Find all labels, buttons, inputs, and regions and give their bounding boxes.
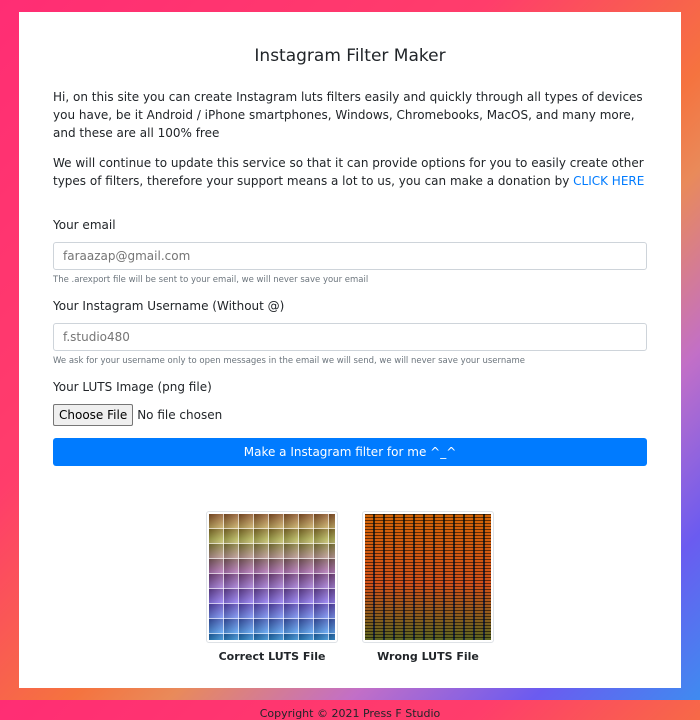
wrong-luts-caption: Wrong LUTS File <box>377 650 479 663</box>
intro-text: Hi, on this site you can create Instagra… <box>53 90 643 140</box>
email-hint: The .arexport file will be sent to your … <box>53 275 369 285</box>
update-text-body: We will continue to update this service … <box>53 156 644 188</box>
email-field[interactable] <box>53 242 647 270</box>
file-picker: Choose File No file chosen <box>53 404 647 426</box>
page-title: Instagram Filter Maker <box>254 46 446 66</box>
luts-label: Your LUTS Image (png file) <box>53 380 212 394</box>
username-field[interactable] <box>53 323 647 351</box>
luts-examples: Correct LUTS File Wrong LUTS File <box>53 511 647 663</box>
correct-example: Correct LUTS File <box>206 511 338 663</box>
correct-luts-caption: Correct LUTS File <box>218 650 326 663</box>
wrong-example: Wrong LUTS File <box>362 511 494 663</box>
main-card: Instagram Filter Maker Hi, on this site … <box>19 12 681 720</box>
username-label: Your Instagram Username (Without @) <box>53 299 285 313</box>
choose-file-button[interactable]: Choose File <box>53 404 134 426</box>
file-status: No file chosen <box>137 408 223 422</box>
wrong-luts-image <box>362 511 494 643</box>
donate-link[interactable]: CLICK HERE <box>573 174 644 188</box>
make-filter-button[interactable]: Make a Instagram filter for me ^_^ <box>53 438 647 466</box>
username-hint: We ask for your username only to open me… <box>53 356 525 366</box>
update-text: We will continue to update this service … <box>53 154 647 190</box>
correct-luts-image <box>206 511 338 643</box>
footer-copyright: Copyright © 2021 Press F Studio <box>259 707 441 720</box>
email-label: Your email <box>53 218 116 232</box>
